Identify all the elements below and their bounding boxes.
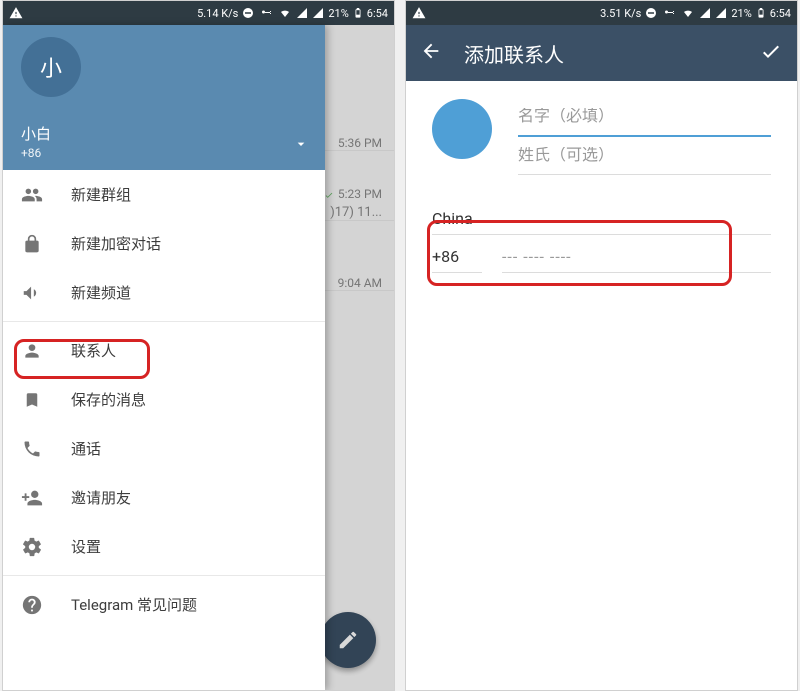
- first-name-input[interactable]: [518, 108, 771, 126]
- network-speed: 5.14 K/s: [197, 7, 238, 20]
- compose-fab[interactable]: [320, 612, 376, 668]
- last-name-field[interactable]: [518, 137, 771, 175]
- user-phone: +86: [21, 146, 307, 160]
- last-name-input[interactable]: [518, 147, 771, 165]
- wifi-icon: [681, 7, 695, 19]
- warning-icon: [412, 6, 426, 20]
- status-bar: 5.14 K/s 21% 6:54: [3, 1, 394, 25]
- chat-time: 9:04 AM: [338, 276, 382, 290]
- drawer-item-label: 新建群组: [71, 184, 131, 205]
- group-icon: [21, 184, 43, 206]
- drawer-item-label: Telegram 常见问题: [71, 594, 197, 615]
- vpn-key-icon: [661, 7, 677, 19]
- user-name: 小白: [21, 123, 307, 144]
- drawer-secret-chat[interactable]: 新建加密对话: [3, 219, 325, 268]
- drawer-new-group[interactable]: 新建群组: [3, 170, 325, 219]
- signal-icon-2: [715, 7, 727, 19]
- battery-pct: 21%: [731, 7, 751, 20]
- user-avatar[interactable]: 小: [21, 37, 81, 97]
- phone-number-input[interactable]: --- ---- ----: [502, 247, 771, 273]
- confirm-icon[interactable]: [759, 39, 783, 67]
- drawer-item-label: 设置: [71, 536, 101, 557]
- chevron-down-icon[interactable]: [293, 136, 309, 156]
- dnd-icon: [645, 7, 657, 19]
- drawer-invite[interactable]: 邀请朋友: [3, 473, 325, 522]
- chat-time: 5:36 PM: [338, 136, 382, 150]
- drawer-item-label: 联系人: [71, 340, 116, 361]
- chat-preview: )17) 11...: [330, 205, 382, 220]
- country-selector[interactable]: China: [432, 209, 771, 235]
- wifi-icon: [278, 7, 292, 19]
- drawer-item-label: 保存的消息: [71, 389, 146, 410]
- signal-icon: [296, 7, 308, 19]
- battery-icon: [353, 6, 363, 20]
- battery-icon: [756, 6, 766, 20]
- add-contact-appbar: 添加联系人: [406, 25, 797, 81]
- gear-icon: [21, 536, 43, 558]
- signal-icon: [699, 7, 711, 19]
- drawer-new-channel[interactable]: 新建频道: [3, 268, 325, 317]
- drawer-saved-messages[interactable]: 保存的消息: [3, 375, 325, 424]
- drawer-faq[interactable]: Telegram 常见问题: [3, 580, 325, 629]
- lock-icon: [21, 233, 43, 255]
- drawer-item-label: 邀请朋友: [71, 487, 131, 508]
- back-icon[interactable]: [420, 40, 442, 66]
- signal-icon-2: [312, 7, 324, 19]
- warning-icon: [9, 6, 23, 20]
- drawer-contacts[interactable]: 联系人: [3, 326, 325, 375]
- clock: 6:54: [367, 7, 388, 20]
- battery-pct: 21%: [328, 7, 348, 20]
- drawer-settings[interactable]: 设置: [3, 522, 325, 571]
- dnd-icon: [242, 7, 254, 19]
- drawer-calls[interactable]: 通话: [3, 424, 325, 473]
- clock: 6:54: [770, 7, 791, 20]
- vpn-key-icon: [258, 7, 274, 19]
- invite-icon: [21, 487, 43, 509]
- page-title: 添加联系人: [464, 39, 737, 68]
- chat-time: 5:23 PM: [323, 187, 382, 201]
- help-icon: [21, 594, 43, 616]
- contact-icon: [21, 340, 43, 362]
- network-speed: 3.51 K/s: [600, 7, 641, 20]
- divider: [3, 321, 325, 322]
- drawer-item-label: 通话: [71, 438, 101, 459]
- navigation-drawer: 小 小白 +86 新建群组 新建加密对话 新建频道 联系人: [3, 25, 325, 690]
- first-name-field[interactable]: [518, 99, 771, 137]
- status-bar: 3.51 K/s 21% 6:54: [406, 1, 797, 25]
- phone-icon: [21, 438, 43, 460]
- drawer-header[interactable]: 小 小白 +86: [3, 25, 325, 170]
- drawer-item-label: 新建频道: [71, 282, 131, 303]
- country-code-input[interactable]: +86: [432, 247, 482, 273]
- bookmark-icon: [21, 389, 43, 411]
- megaphone-icon: [21, 282, 43, 304]
- drawer-item-label: 新建加密对话: [71, 233, 161, 254]
- contact-avatar-placeholder[interactable]: [432, 99, 492, 159]
- divider: [3, 575, 325, 576]
